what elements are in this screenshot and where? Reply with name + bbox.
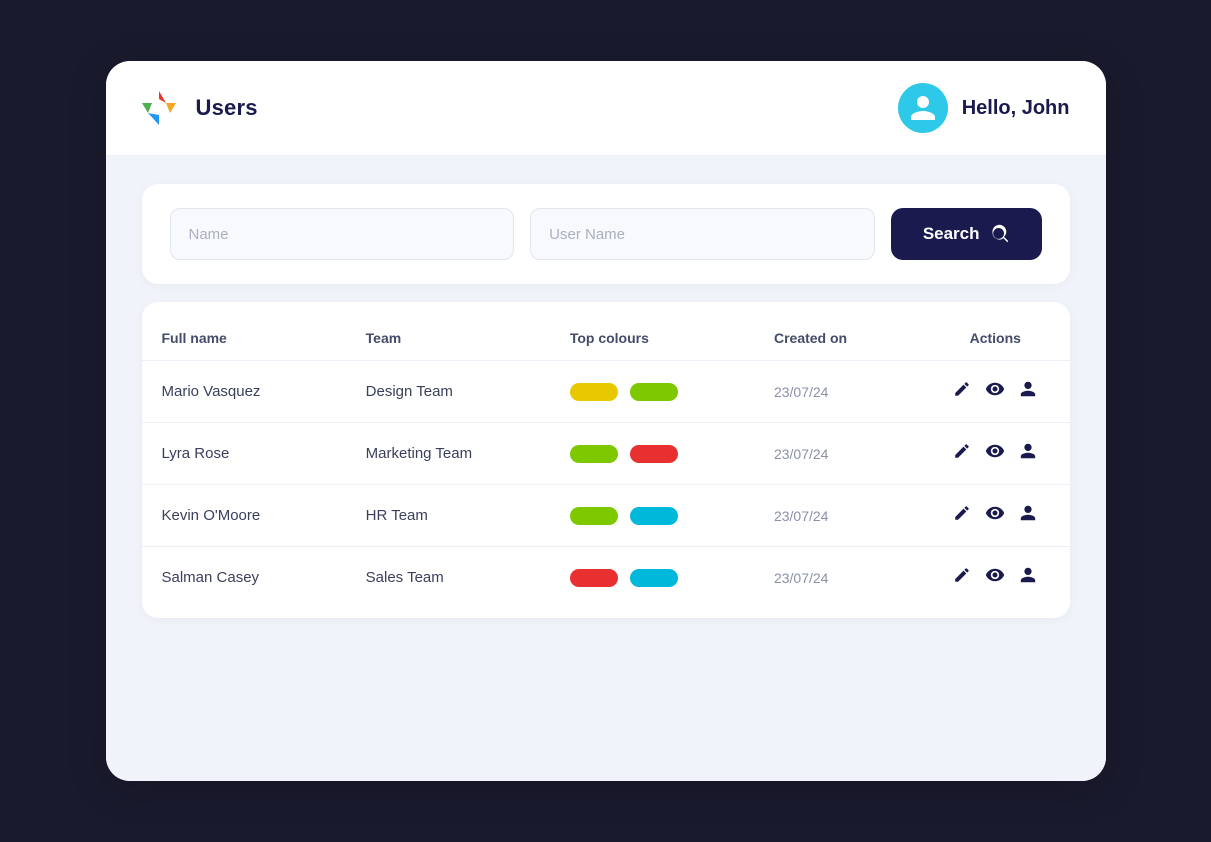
content-area: Search Full name Team Top colours Create… <box>106 156 1106 781</box>
color-pill <box>570 383 618 401</box>
search-panel: Search <box>142 184 1070 284</box>
cell-fullname: Kevin O'Moore <box>142 485 346 547</box>
cell-actions <box>921 361 1070 423</box>
color-pill <box>630 383 678 401</box>
edit-icon[interactable] <box>953 566 971 589</box>
table-row: Salman CaseySales Team 23/07/24 <box>142 547 1070 609</box>
color-pill <box>570 507 618 525</box>
user-icon[interactable] <box>1019 380 1037 403</box>
cell-team: Sales Team <box>346 547 550 609</box>
app-logo <box>138 87 180 129</box>
view-icon[interactable] <box>985 379 1005 404</box>
page-title: Users <box>196 95 258 121</box>
users-table: Full name Team Top colours Created on Ac… <box>142 312 1070 608</box>
cell-created: 23/07/24 <box>754 361 921 423</box>
cell-actions <box>921 423 1070 485</box>
cell-colors <box>550 423 754 485</box>
color-pill <box>630 569 678 587</box>
cell-created: 23/07/24 <box>754 423 921 485</box>
username-input[interactable] <box>530 208 875 260</box>
header-right: Hello, John <box>898 83 1070 133</box>
avatar <box>898 83 948 133</box>
cell-fullname: Mario Vasquez <box>142 361 346 423</box>
table-row: Mario VasquezDesign Team 23/07/24 <box>142 361 1070 423</box>
cell-colors <box>550 485 754 547</box>
color-pill <box>570 569 618 587</box>
cell-actions <box>921 485 1070 547</box>
table-row: Kevin O'MooreHR Team 23/07/24 <box>142 485 1070 547</box>
cell-fullname: Salman Casey <box>142 547 346 609</box>
search-button-label: Search <box>923 224 980 244</box>
edit-icon[interactable] <box>953 380 971 403</box>
col-header-team: Team <box>346 312 550 361</box>
cell-created: 23/07/24 <box>754 547 921 609</box>
search-button[interactable]: Search <box>891 208 1042 260</box>
header-left: Users <box>138 87 258 129</box>
action-icons <box>941 441 1050 466</box>
view-icon[interactable] <box>985 565 1005 590</box>
color-pill <box>630 445 678 463</box>
view-icon[interactable] <box>985 441 1005 466</box>
greeting-text: Hello, John <box>962 97 1070 120</box>
color-pill <box>630 507 678 525</box>
user-icon[interactable] <box>1019 566 1037 589</box>
cell-fullname: Lyra Rose <box>142 423 346 485</box>
cell-colors <box>550 547 754 609</box>
action-icons <box>941 503 1050 528</box>
edit-icon[interactable] <box>953 442 971 465</box>
col-header-actions: Actions <box>921 312 1070 361</box>
cell-team: Design Team <box>346 361 550 423</box>
header: Users Hello, John <box>106 61 1106 156</box>
color-pill <box>570 445 618 463</box>
cell-team: Marketing Team <box>346 423 550 485</box>
col-header-colors: Top colours <box>550 312 754 361</box>
user-icon[interactable] <box>1019 442 1037 465</box>
table-row: Lyra RoseMarketing Team 23/07/24 <box>142 423 1070 485</box>
col-header-fullname: Full name <box>142 312 346 361</box>
cell-created: 23/07/24 <box>754 485 921 547</box>
main-card: Users Hello, John Search <box>106 61 1106 781</box>
search-icon <box>990 224 1010 244</box>
cell-actions <box>921 547 1070 609</box>
table-card: Full name Team Top colours Created on Ac… <box>142 302 1070 618</box>
action-icons <box>941 565 1050 590</box>
edit-icon[interactable] <box>953 504 971 527</box>
col-header-created: Created on <box>754 312 921 361</box>
action-icons <box>941 379 1050 404</box>
cell-colors <box>550 361 754 423</box>
table-header-row: Full name Team Top colours Created on Ac… <box>142 312 1070 361</box>
name-input[interactable] <box>170 208 515 260</box>
view-icon[interactable] <box>985 503 1005 528</box>
user-icon[interactable] <box>1019 504 1037 527</box>
cell-team: HR Team <box>346 485 550 547</box>
